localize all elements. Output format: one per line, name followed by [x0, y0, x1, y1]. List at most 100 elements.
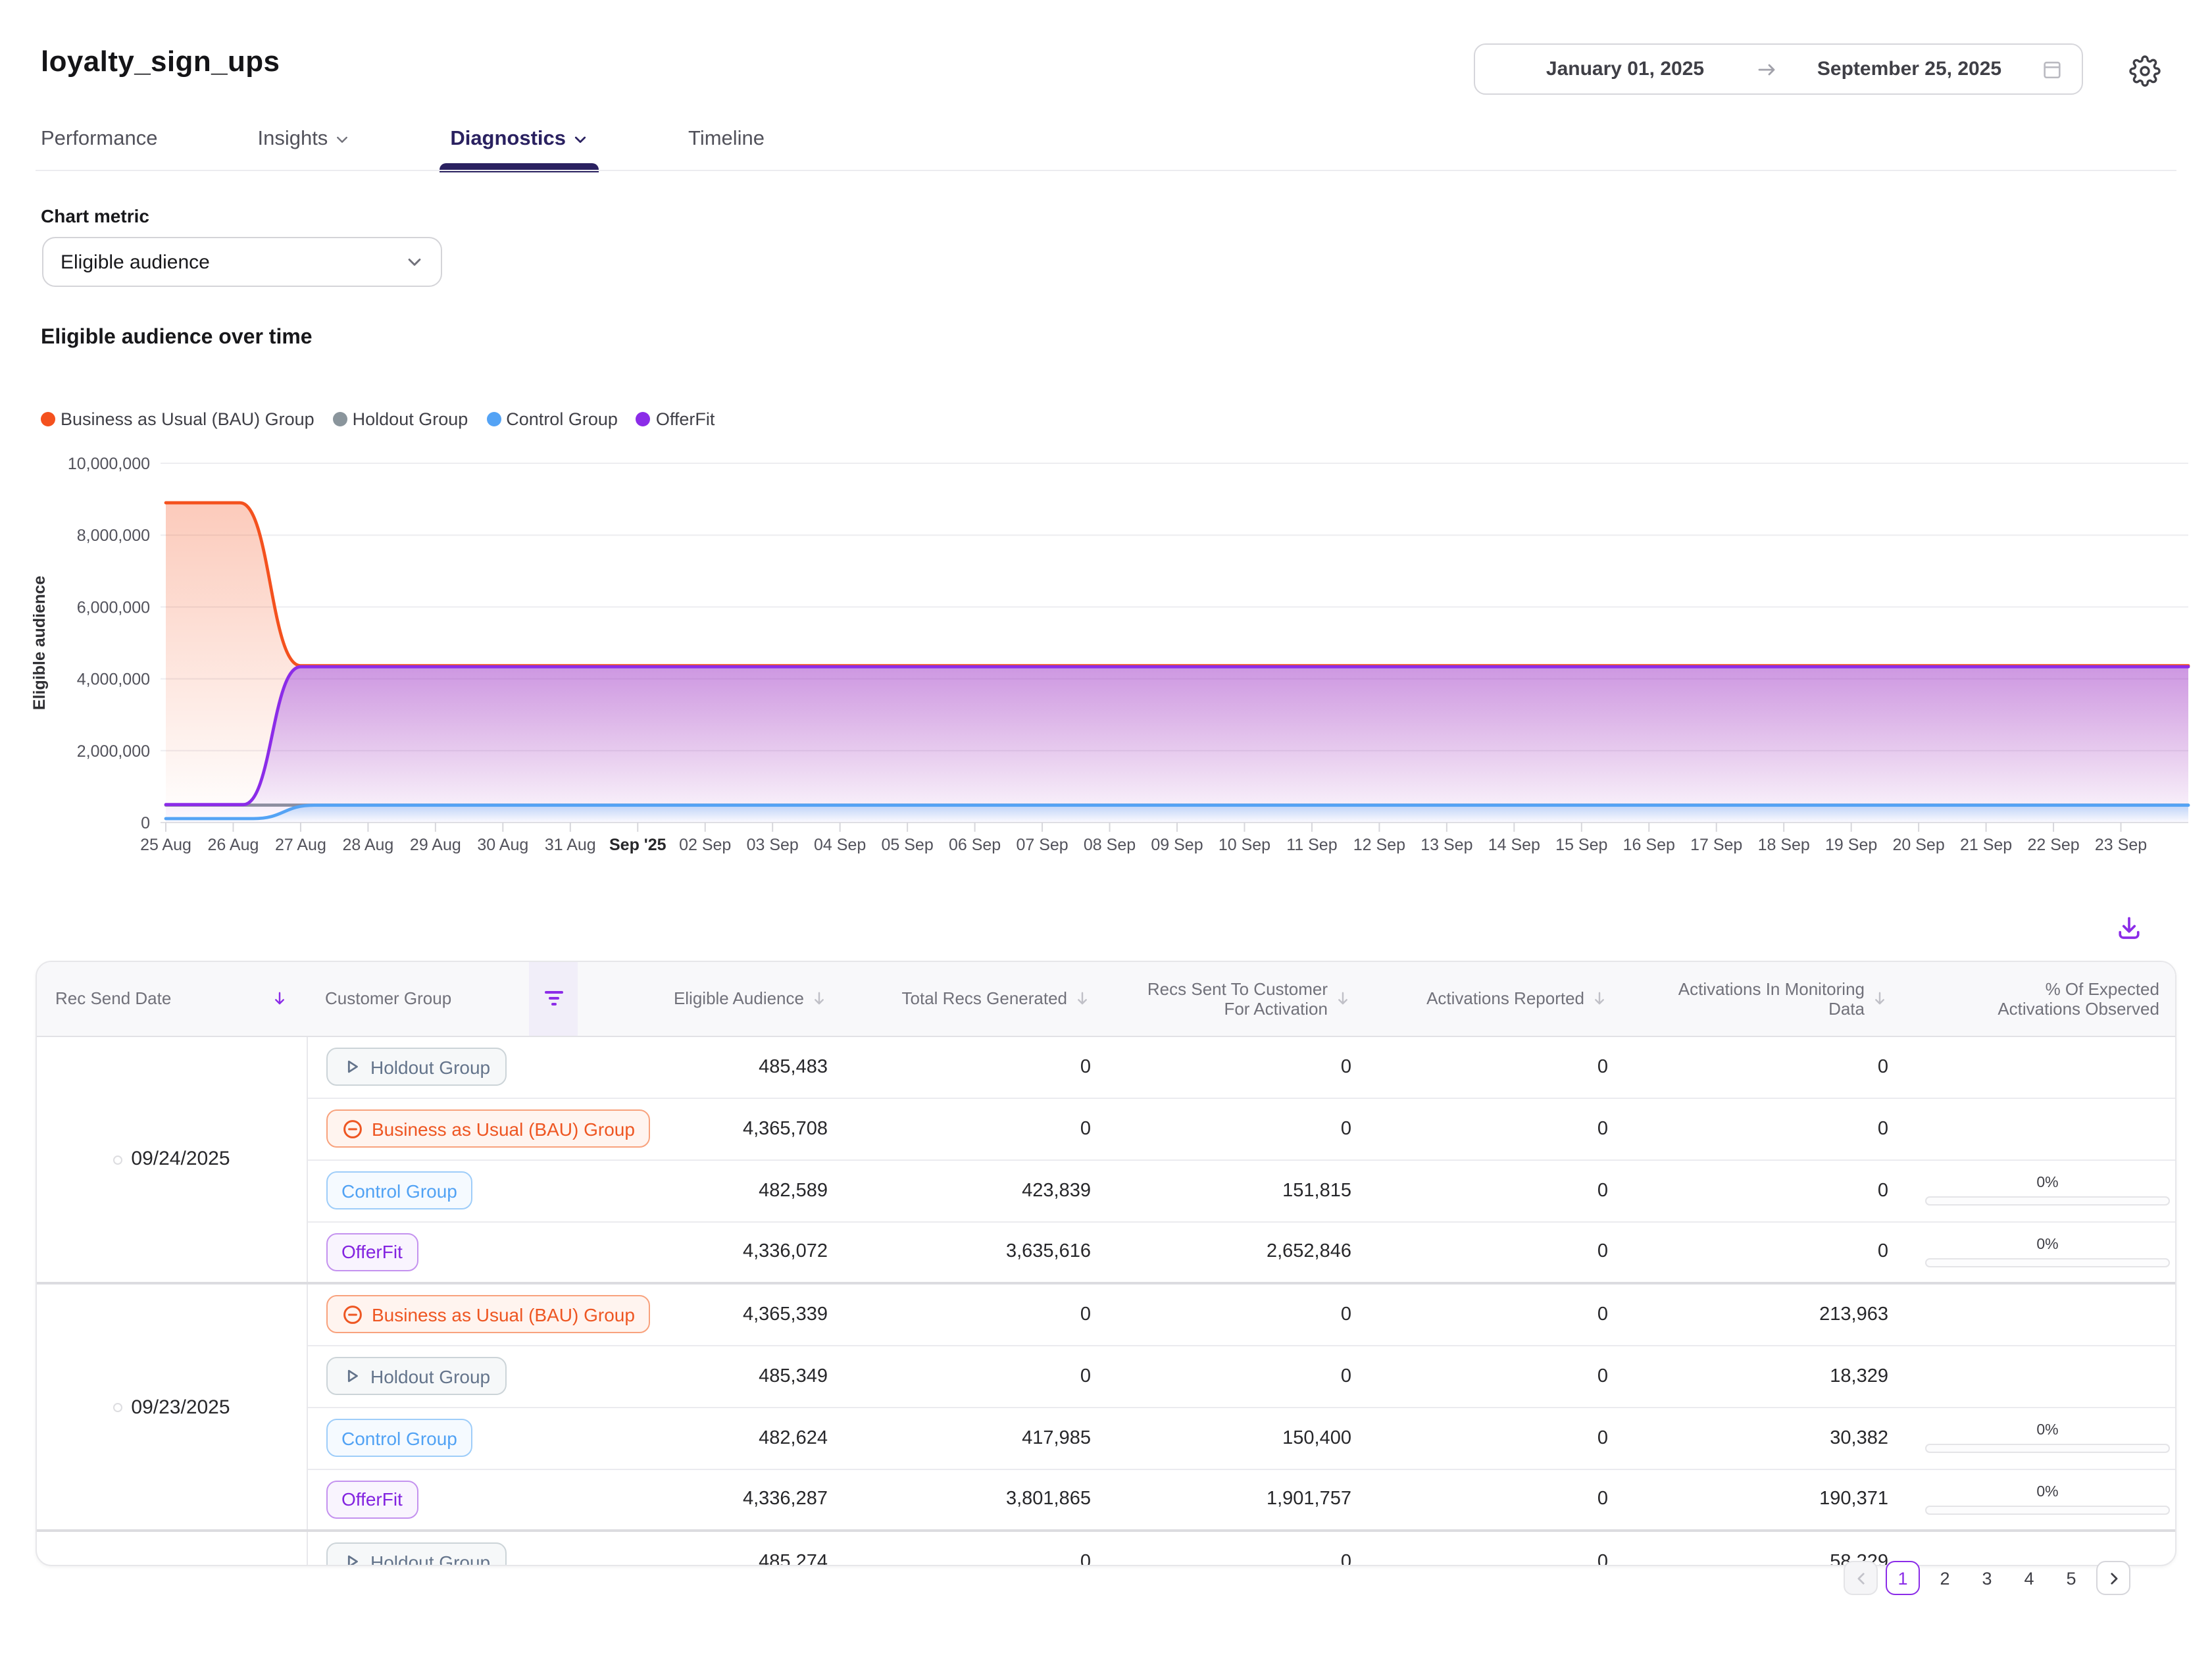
total-recs-generated-value: 417,985	[846, 1407, 1109, 1469]
chart-metric-select[interactable]: Eligible audience	[42, 237, 442, 287]
pagination-page-4[interactable]: 4	[2012, 1561, 2046, 1595]
activations-in-monitoring-data-value: 30,382	[1626, 1407, 1907, 1469]
download-button[interactable]	[2108, 908, 2150, 950]
recs-sent-for-activation-value: 0	[1109, 1531, 1370, 1566]
sort-arrow-icon[interactable]	[271, 990, 288, 1007]
svg-text:19 Sep: 19 Sep	[1825, 836, 1877, 854]
download-icon	[2115, 915, 2144, 944]
svg-text:4,000,000: 4,000,000	[77, 671, 150, 689]
chevron-down-icon	[572, 132, 588, 147]
legend-item[interactable]: Holdout Group	[333, 409, 468, 429]
recs-sent-for-activation-value: 151,815	[1109, 1159, 1370, 1221]
tabs-divider	[36, 170, 2176, 171]
rec-send-date-cell: 09/23/2025	[37, 1283, 307, 1531]
column-header-activations-reported[interactable]: Activations Reported	[1370, 962, 1626, 1036]
svg-text:Eligible audience: Eligible audience	[30, 576, 49, 710]
legend-item[interactable]: Control Group	[486, 409, 618, 429]
svg-text:8,000,000: 8,000,000	[77, 526, 150, 545]
settings-button[interactable]	[2126, 53, 2163, 89]
legend-label: OfferFit	[656, 409, 715, 429]
group-badge-label: Holdout Group	[370, 1552, 490, 1567]
pagination-page-2[interactable]: 2	[1928, 1561, 1962, 1595]
svg-text:0: 0	[141, 814, 150, 832]
table-row: OfferFit4,336,0723,635,6162,652,846000%	[37, 1221, 2176, 1283]
tab-timeline[interactable]: Timeline	[688, 128, 765, 151]
tab-insights[interactable]: Insights	[257, 128, 350, 151]
date-range-start[interactable]: January 01, 2025	[1494, 58, 1757, 80]
table-row: Control Group482,589423,839151,815000%	[37, 1159, 2176, 1221]
expected-activations-progress	[1925, 1444, 2170, 1453]
activations-in-monitoring-data-value: 0	[1626, 1221, 1907, 1283]
column-header-of-expected-activations-observed[interactable]: % Of Expected Activations Observed	[1907, 962, 2176, 1036]
column-header-total-recs-generated[interactable]: Total Recs Generated	[846, 962, 1109, 1036]
pagination-next-button[interactable]	[2096, 1561, 2130, 1595]
column-header-activations-in-monitoring-data[interactable]: Activations In Monitoring Data	[1626, 962, 1907, 1036]
date-range-picker[interactable]: January 01, 2025 September 25, 2025	[1474, 43, 2083, 95]
group-badge-label: OfferFit	[341, 1489, 403, 1510]
table-row: Control Group482,624417,985150,400030,38…	[37, 1407, 2176, 1469]
svg-text:20 Sep: 20 Sep	[1893, 836, 1945, 854]
svg-text:30 Aug: 30 Aug	[477, 836, 528, 854]
minus-circle-icon	[341, 1304, 363, 1325]
chart-metric-label: Chart metric	[41, 205, 149, 226]
legend-item[interactable]: OfferFit	[636, 409, 715, 429]
sort-arrow-icon[interactable]	[1591, 990, 1608, 1007]
total-recs-generated-value: 0	[846, 1531, 1109, 1566]
total-recs-generated-value: 0	[846, 1345, 1109, 1407]
svg-text:10,000,000: 10,000,000	[68, 455, 150, 473]
group-badge-control: Control Group	[326, 1419, 473, 1457]
eligible-audience-value: 485,274	[593, 1531, 846, 1566]
legend-item[interactable]: Business as Usual (BAU) Group	[41, 409, 314, 429]
sort-arrow-icon[interactable]	[1871, 990, 1888, 1007]
column-header-recs-sent-to-customer-for-activation[interactable]: Recs Sent To Customer For Activation	[1109, 962, 1370, 1036]
activations-reported-value: 0	[1370, 1407, 1626, 1469]
svg-text:Sep '25: Sep '25	[609, 836, 666, 854]
table-row: Holdout Group485,34900018,329	[37, 1345, 2176, 1407]
total-recs-generated-value: 0	[846, 1036, 1109, 1098]
sort-arrow-icon[interactable]	[811, 990, 828, 1007]
pct-expected-activations-cell	[1907, 1036, 2176, 1098]
table-row: Business as Usual (BAU) Group4,365,70800…	[37, 1098, 2176, 1159]
group-badge-label: Control Group	[341, 1180, 457, 1201]
customer-group-cell: Holdout Group	[307, 1345, 593, 1407]
filter-icon[interactable]	[529, 962, 578, 1035]
sort-arrow-icon[interactable]	[1334, 990, 1351, 1007]
pagination-page-3[interactable]: 3	[1970, 1561, 2004, 1595]
legend-dot-icon	[333, 412, 347, 426]
legend-label: Control Group	[506, 409, 618, 429]
svg-text:14 Sep: 14 Sep	[1488, 836, 1540, 854]
pagination-page-5[interactable]: 5	[2054, 1561, 2088, 1595]
page-title: loyalty_sign_ups	[41, 45, 280, 79]
group-badge-label: Holdout Group	[370, 1365, 490, 1386]
eligible-audience-chart: 02,000,0004,000,0006,000,0008,000,00010,…	[24, 442, 2203, 869]
eligible-audience-value: 4,336,072	[593, 1221, 846, 1283]
activations-in-monitoring-data-value: 213,963	[1626, 1283, 1907, 1345]
column-header-customer-group[interactable]: Customer Group	[307, 962, 593, 1036]
legend-label: Holdout Group	[353, 409, 468, 429]
minus-circle-icon	[341, 1118, 363, 1139]
column-header-rec-send-date[interactable]: Rec Send Date	[37, 962, 307, 1036]
date-range-end[interactable]: September 25, 2025	[1778, 58, 2041, 80]
eligible-audience-value: 482,589	[593, 1159, 846, 1221]
rec-send-date: 09/23/2025	[131, 1396, 230, 1418]
table-header-row: Rec Send DateCustomer GroupEligible Audi…	[37, 962, 2176, 1036]
tab-diagnostics[interactable]: Diagnostics	[450, 128, 588, 151]
svg-text:29 Aug: 29 Aug	[410, 836, 461, 854]
customer-group-cell: Holdout Group	[307, 1531, 593, 1566]
rec-send-date-cell	[37, 1531, 307, 1566]
group-badge-label: Holdout Group	[370, 1056, 490, 1077]
svg-text:2,000,000: 2,000,000	[77, 742, 150, 761]
pct-expected-activations-cell	[1907, 1283, 2176, 1345]
sort-arrow-icon[interactable]	[1074, 990, 1091, 1007]
arrow-right-icon	[1757, 59, 1778, 80]
tab-performance[interactable]: Performance	[41, 128, 157, 151]
chart-legend: Business as Usual (BAU) Group Holdout Gro…	[41, 409, 715, 429]
svg-text:21 Sep: 21 Sep	[1960, 836, 2012, 854]
group-badge-offerfit: OfferFit	[326, 1481, 418, 1519]
column-header-eligible-audience[interactable]: Eligible Audience	[593, 962, 846, 1036]
pagination-page-1[interactable]: 1	[1886, 1561, 1920, 1595]
svg-text:03 Sep: 03 Sep	[747, 836, 799, 854]
pagination-prev-button[interactable]	[1844, 1561, 1878, 1595]
pct-expected-activations-value: 0%	[2036, 1423, 2058, 1438]
rec-send-date: 09/24/2025	[131, 1148, 230, 1171]
